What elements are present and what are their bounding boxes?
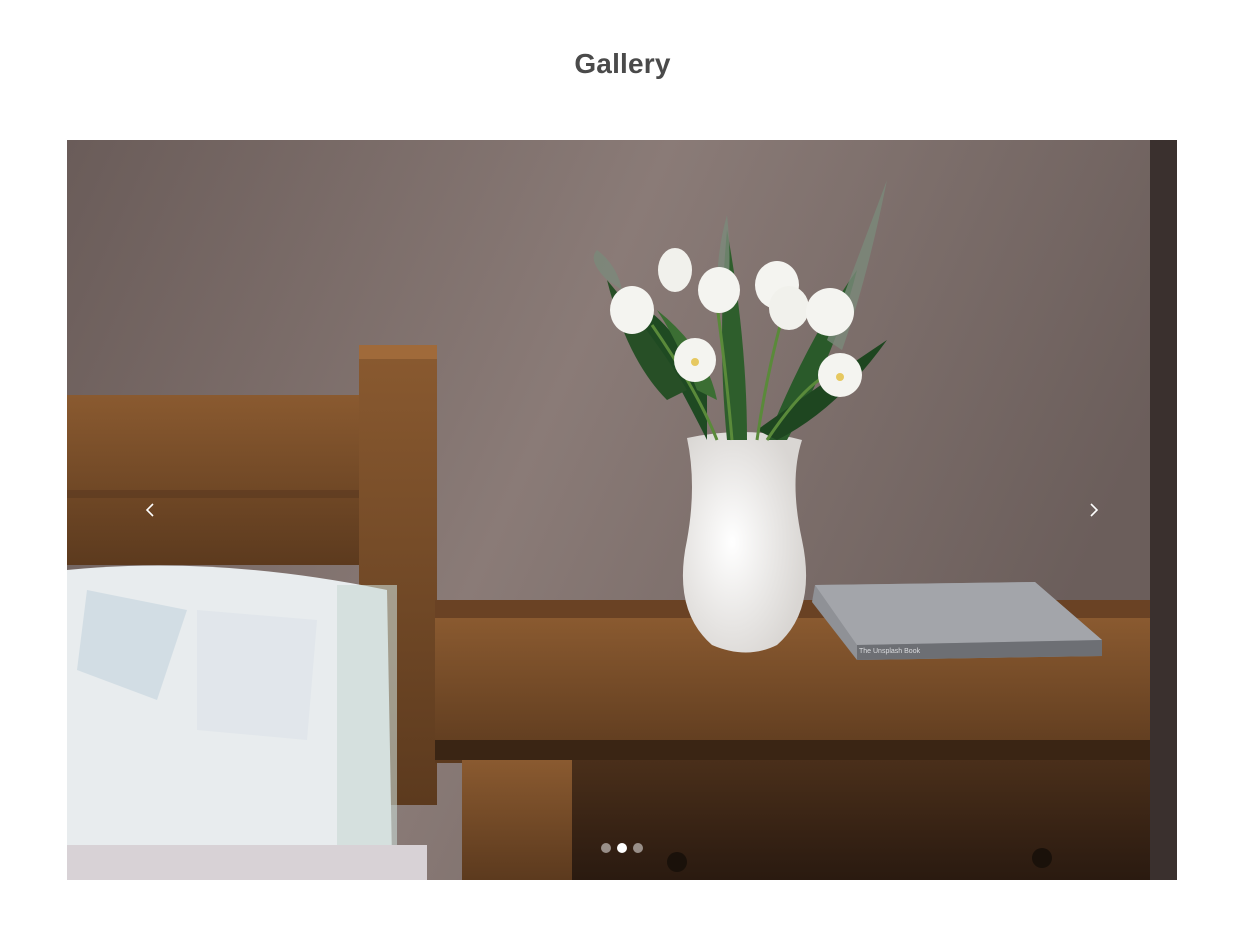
indicator-slide-1[interactable]: [601, 843, 611, 853]
slide-image: The Unsplash Book: [67, 140, 1177, 880]
book-title: The Unsplash Book: [859, 648, 921, 655]
indicator-slide-2[interactable]: [617, 843, 627, 853]
gallery-carousel[interactable]: The Unsplash Book: [67, 140, 1177, 880]
carousel-prev-button[interactable]: [130, 490, 170, 530]
page-title: Gallery: [574, 48, 671, 79]
chevron-right-icon: [1090, 503, 1099, 517]
carousel-indicators: [67, 843, 1177, 853]
chevron-left-icon: [145, 503, 154, 517]
indicator-slide-3[interactable]: [633, 843, 643, 853]
carousel-next-button[interactable]: [1074, 490, 1114, 530]
